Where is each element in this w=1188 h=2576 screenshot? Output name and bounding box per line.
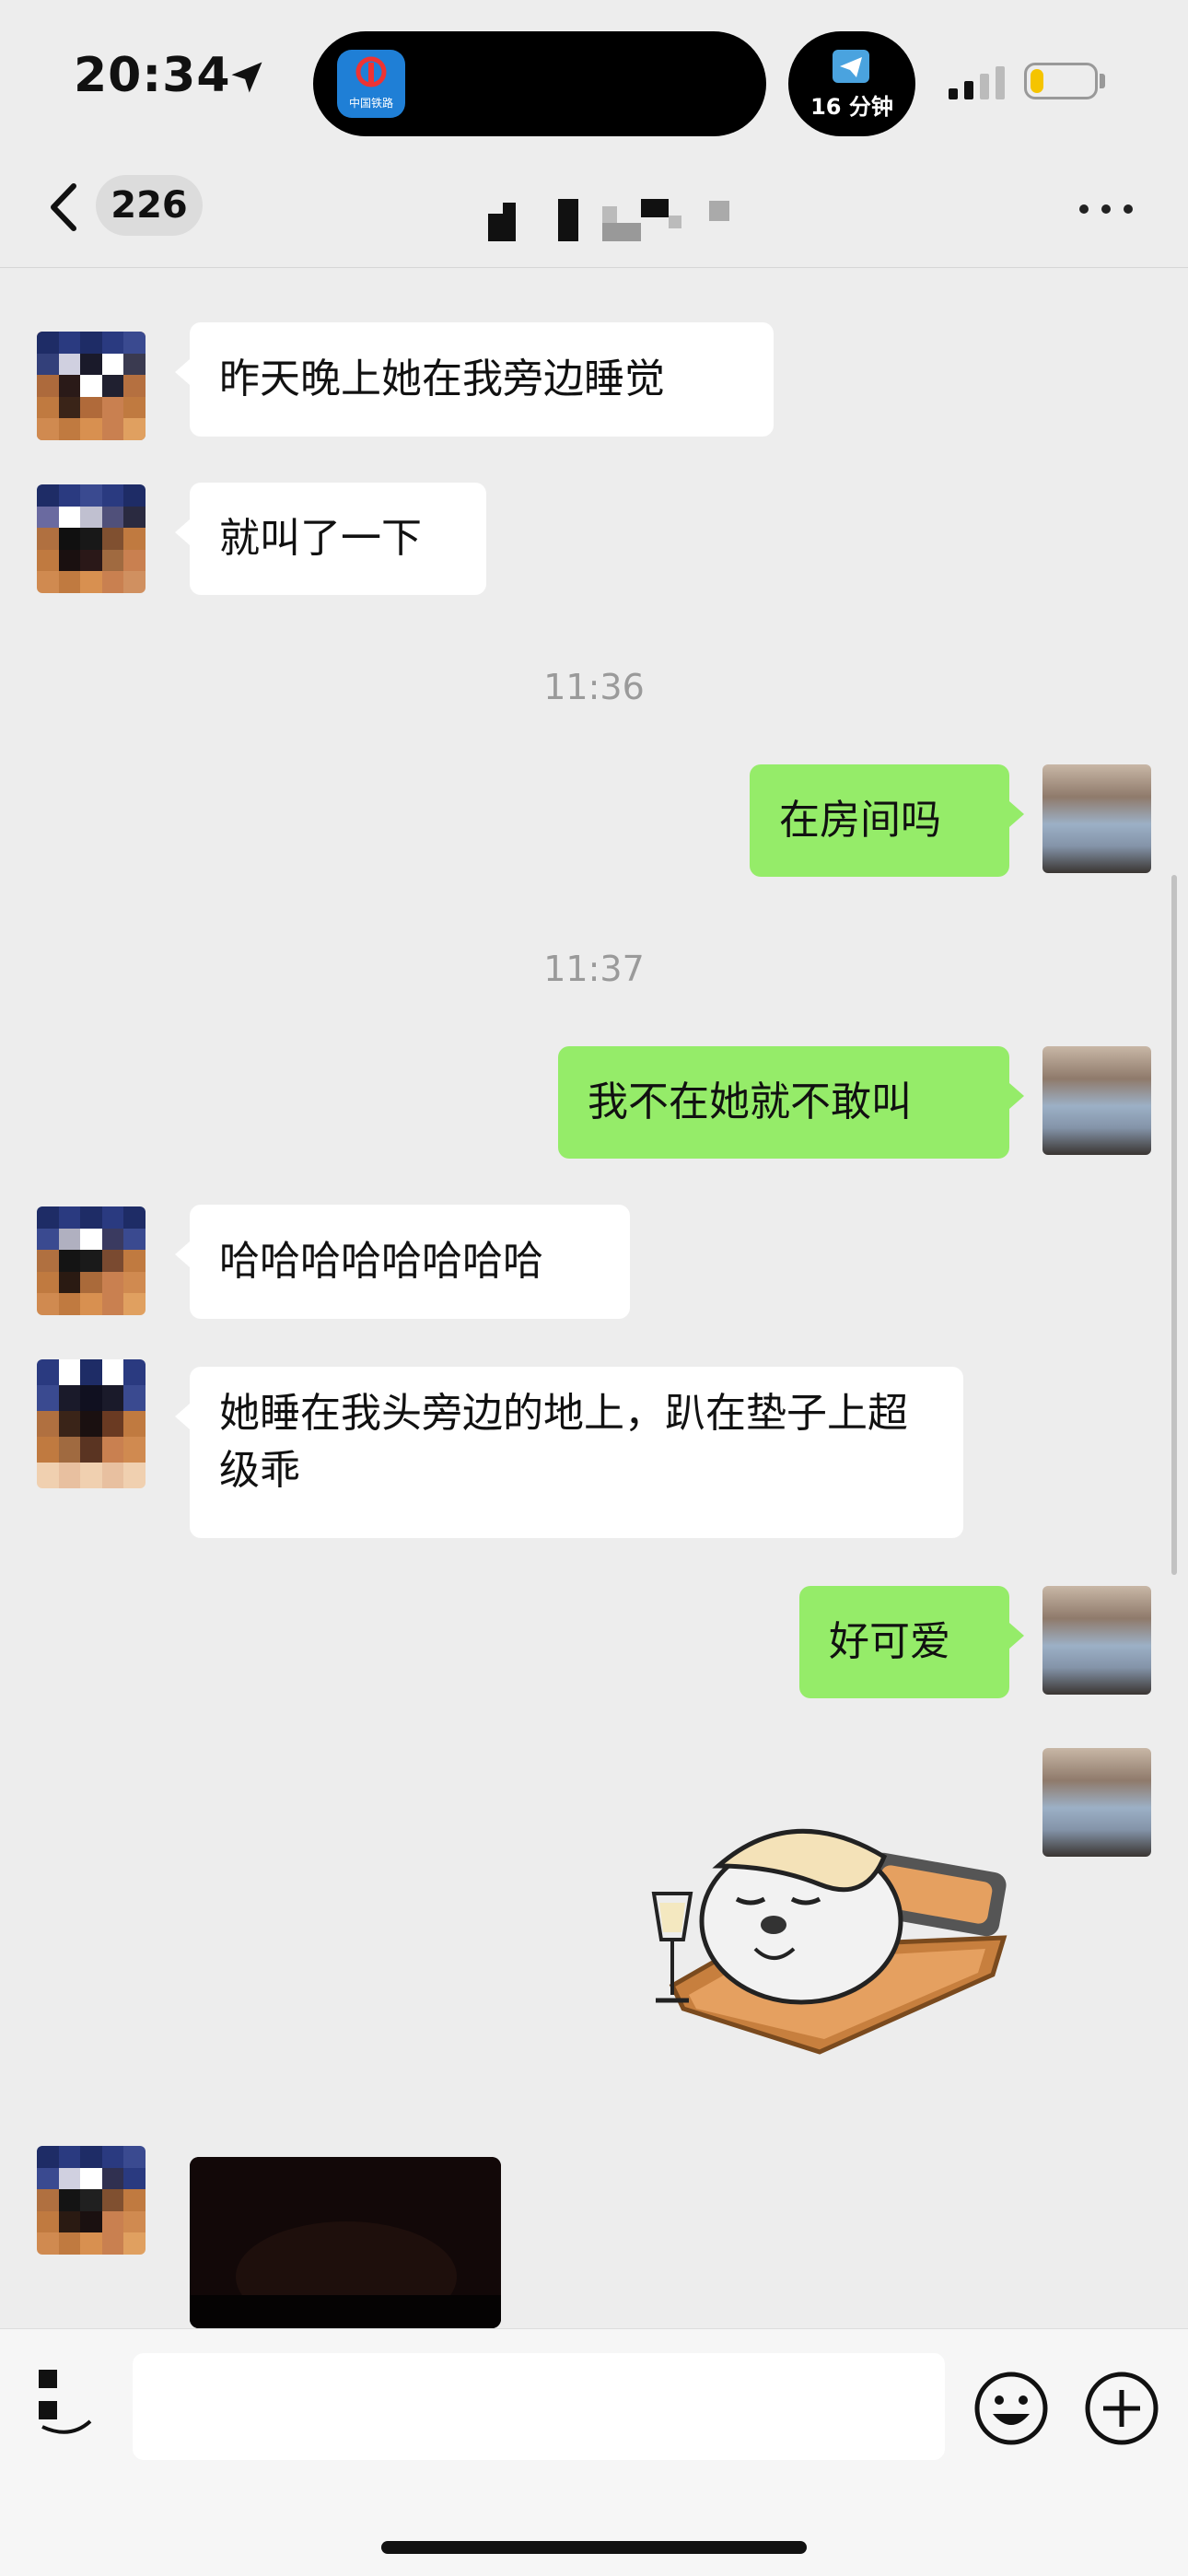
contact-avatar[interactable] — [37, 484, 146, 593]
my-avatar[interactable] — [1042, 1748, 1151, 1857]
message-text: 她睡在我头旁边的地上，趴在垫子上超级乖 — [219, 1390, 908, 1494]
message-timestamp: 11:37 — [543, 949, 645, 989]
message-timestamp: 11:36 — [543, 667, 645, 707]
dynamic-island[interactable]: 中国铁路 — [313, 31, 766, 136]
status-time: 20:34 — [74, 48, 231, 103]
battery-level — [1031, 69, 1043, 93]
plus-icon[interactable] — [1083, 2370, 1160, 2447]
railway-app-icon[interactable]: 中国铁路 — [337, 50, 405, 118]
app-icon-label: 中国铁路 — [348, 97, 393, 110]
railway-logo-icon — [355, 56, 387, 87]
message-text: 昨天晚上她在我旁边睡觉 — [219, 356, 665, 402]
pixelated-avatar — [37, 1359, 146, 1488]
contact-avatar[interactable] — [37, 1206, 146, 1315]
message-text: 就叫了一下 — [219, 515, 422, 562]
emoji-icon[interactable] — [973, 2370, 1050, 2447]
pixelated-avatar — [37, 2146, 146, 2255]
message-text: 哈哈哈哈哈哈哈哈 — [219, 1238, 543, 1285]
chat-input-bar — [0, 2328, 1188, 2576]
dark-photo — [190, 2157, 501, 2328]
scrollbar-thumb[interactable] — [1171, 875, 1177, 1575]
more-options-button[interactable] — [1077, 186, 1142, 232]
timer-pill[interactable]: 16 分钟 — [788, 31, 915, 136]
pixelated-avatar — [37, 1206, 146, 1315]
battery-cap — [1100, 74, 1105, 88]
incoming-message-bubble[interactable]: 她睡在我头旁边的地上，趴在垫子上超级乖 — [175, 1367, 963, 1538]
dot-icon — [1124, 204, 1133, 214]
dot-icon — [1079, 204, 1089, 214]
chat-nav-bar: 226 — [0, 147, 1188, 268]
message-text: 在房间吗 — [779, 797, 941, 844]
battery-icon — [1024, 63, 1098, 99]
contact-avatar[interactable] — [37, 332, 146, 440]
my-avatar[interactable] — [1042, 1046, 1151, 1155]
home-indicator[interactable] — [381, 2541, 807, 2554]
my-avatar[interactable] — [1042, 1586, 1151, 1695]
contact-avatar[interactable] — [37, 1359, 146, 1488]
incoming-message-bubble[interactable]: 昨天晚上她在我旁边睡觉 — [175, 322, 774, 437]
outgoing-message-bubble[interactable]: 我不在她就不敢叫 — [558, 1046, 1024, 1159]
unread-count-badge[interactable]: 226 — [96, 175, 203, 236]
outgoing-message-bubble[interactable]: 好可爱 — [799, 1586, 1024, 1698]
pixelated-avatar — [37, 332, 146, 440]
pixelated-avatar — [37, 484, 146, 593]
outgoing-message-bubble[interactable]: 在房间吗 — [750, 764, 1024, 877]
message-input[interactable] — [133, 2353, 945, 2460]
incoming-image-message[interactable] — [190, 2157, 501, 2328]
dot-icon — [1101, 204, 1111, 214]
message-text: 我不在她就不敢叫 — [588, 1078, 912, 1125]
location-arrow-icon — [231, 62, 262, 93]
cellular-signal-icon — [949, 66, 1005, 99]
incoming-message-bubble[interactable]: 哈哈哈哈哈哈哈哈 — [175, 1205, 630, 1319]
contact-avatar[interactable] — [37, 2146, 146, 2255]
status-bar: 20:34 中国铁路 16 分钟 — [0, 0, 1188, 147]
message-text: 好可爱 — [829, 1618, 950, 1665]
sleeping-seal-sticker[interactable] — [635, 1811, 1013, 2056]
voice-icon[interactable] — [33, 2366, 98, 2440]
chevron-left-icon[interactable] — [37, 175, 92, 239]
send-plane-icon — [833, 50, 869, 83]
incoming-message-bubble[interactable]: 就叫了一下 — [175, 483, 486, 595]
chat-title-redacted — [488, 199, 729, 241]
my-avatar[interactable] — [1042, 764, 1151, 873]
timer-text: 16 分钟 — [810, 94, 893, 120]
